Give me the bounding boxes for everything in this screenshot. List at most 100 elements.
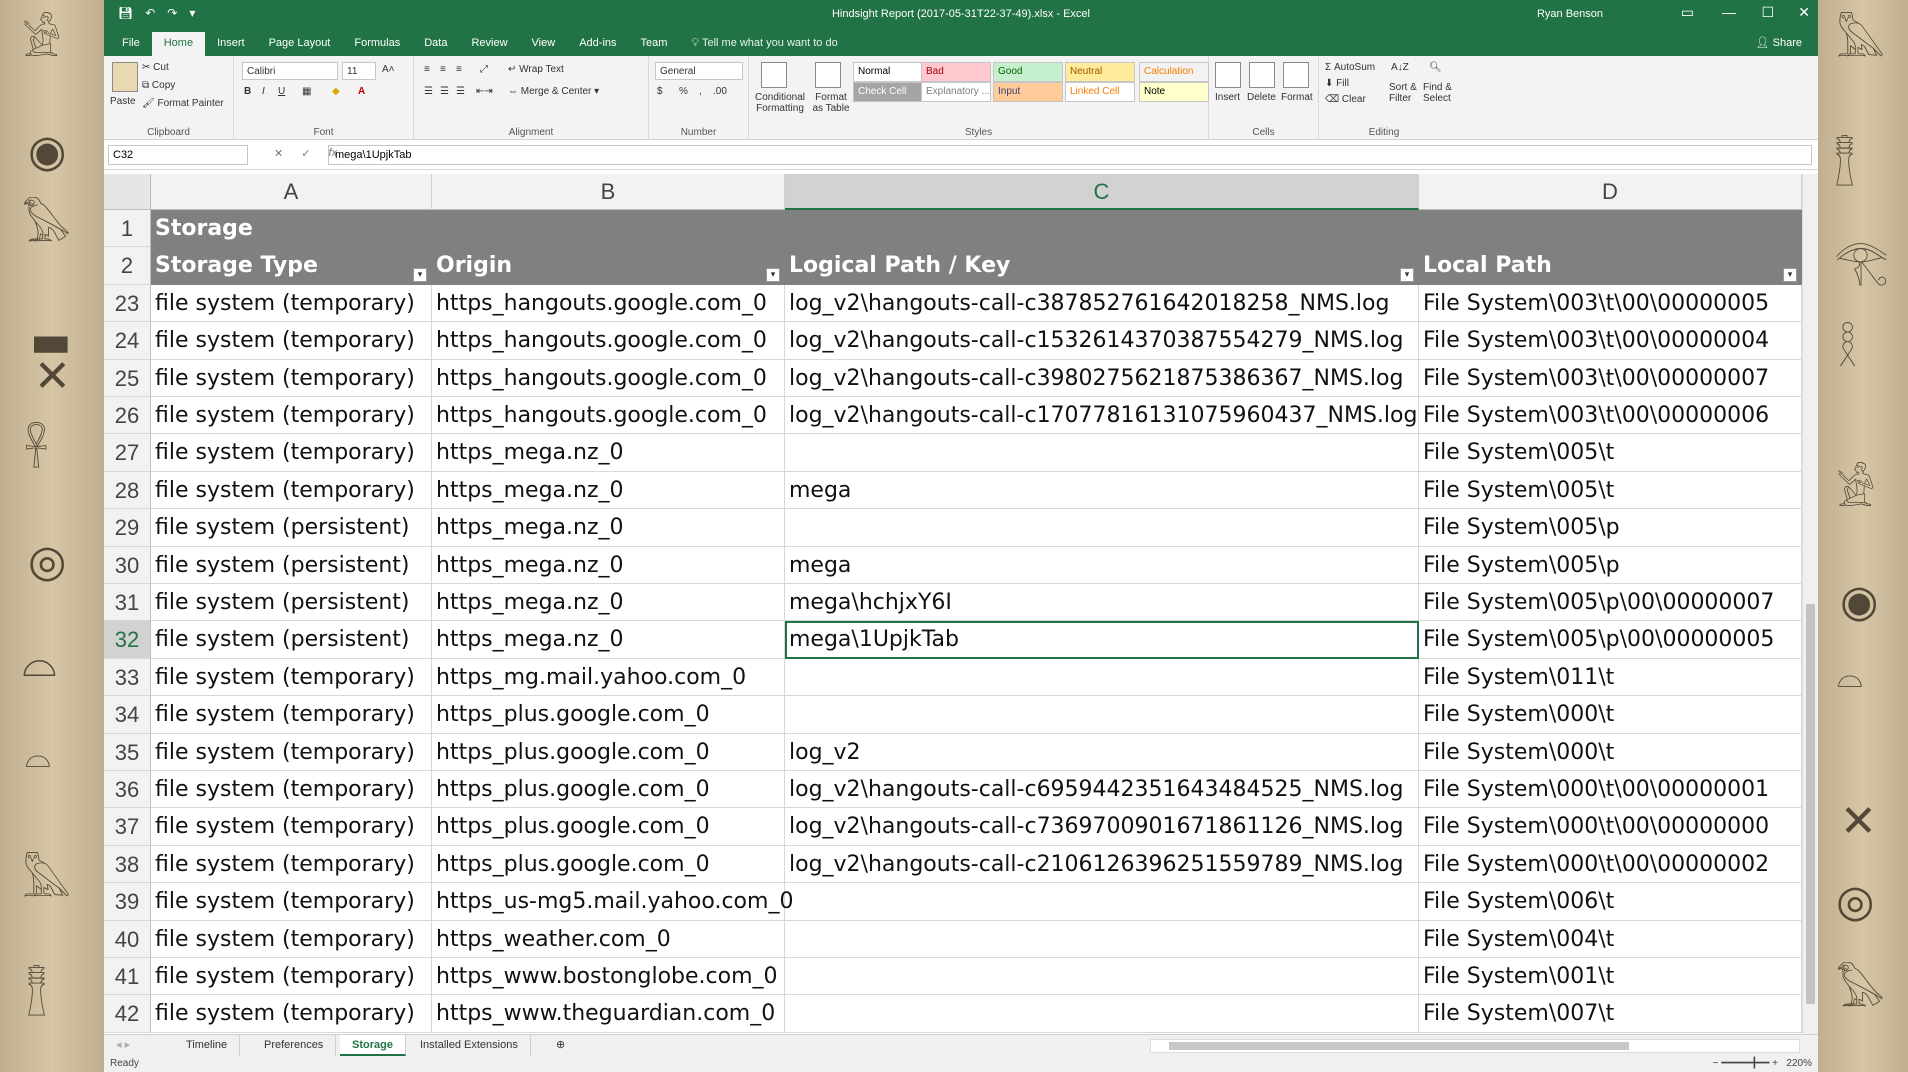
cell-style-explanatory[interactable]: Explanatory ... — [921, 82, 991, 102]
row-header[interactable]: 28 — [104, 471, 151, 510]
column-header-d[interactable]: D — [1419, 174, 1802, 210]
borders-icon[interactable]: ▦ — [302, 86, 311, 97]
format-cells-icon[interactable] — [1283, 62, 1309, 88]
table-cell[interactable]: log_v2\hangouts-call-c736970090167186112… — [785, 808, 1419, 846]
row-header[interactable]: 2 — [104, 247, 151, 285]
table-cell[interactable]: https_hangouts.google.com_0 — [432, 322, 785, 360]
table-cell[interactable] — [785, 920, 1419, 958]
row-header[interactable]: 23 — [104, 284, 151, 323]
header-cell[interactable]: Origin ▾ — [432, 247, 785, 285]
table-cell[interactable]: File System\011\t — [1419, 658, 1802, 697]
table-cell[interactable]: https_www.theguardian.com_0 — [432, 995, 785, 1033]
title-row-cell[interactable] — [432, 210, 785, 248]
tab-home[interactable]: Home — [151, 32, 206, 56]
sort-filter-button[interactable]: Sort & Filter — [1389, 82, 1423, 104]
table-cell[interactable]: https_plus.google.com_0 — [432, 808, 785, 846]
table-cell[interactable]: file system (temporary) — [151, 771, 432, 809]
tab-review[interactable]: Review — [459, 32, 519, 56]
row-header[interactable]: 32 — [104, 621, 151, 659]
table-cell[interactable]: File System\003\t\00\00000005 — [1419, 284, 1802, 323]
table-cell[interactable]: file system (temporary) — [151, 284, 432, 323]
column-header-c[interactable]: C — [785, 174, 1419, 210]
find-select-button[interactable]: Find & Select — [1423, 82, 1457, 104]
table-cell[interactable]: https_us-mg5.mail.yahoo.com_0 — [432, 883, 793, 921]
align-top-icon[interactable]: ≡ — [424, 64, 430, 75]
table-cell[interactable]: file system (temporary) — [151, 958, 432, 996]
tab-team[interactable]: Team — [629, 32, 680, 56]
table-cell[interactable]: File System\003\t\00\00000006 — [1419, 397, 1802, 435]
table-cell[interactable] — [785, 696, 1419, 734]
table-cell[interactable]: file system (temporary) — [151, 322, 432, 360]
table-cell[interactable]: mega\1UpjkTab — [785, 621, 1419, 659]
header-cell[interactable]: Logical Path / Key ▾ — [785, 247, 1419, 285]
font-color-icon[interactable]: A — [358, 86, 365, 97]
copy-button[interactable]: ⧉ Copy — [142, 80, 175, 91]
table-cell[interactable]: file system (temporary) — [151, 696, 432, 734]
close-button[interactable]: ✕ — [1798, 4, 1810, 21]
table-cell[interactable]: log_v2\hangouts-call-c387852761642018258… — [785, 284, 1419, 323]
enter-icon[interactable]: ✓ — [301, 147, 310, 160]
align-center-icon[interactable]: ☰ — [440, 86, 449, 97]
vertical-scrollbar[interactable] — [1802, 174, 1818, 1034]
title-row-cell[interactable] — [785, 210, 1419, 248]
header-cell[interactable]: Storage Type ▾ — [151, 247, 432, 285]
table-cell[interactable] — [785, 883, 1419, 921]
table-cell[interactable]: file system (temporary) — [151, 845, 432, 884]
tab-add-ins[interactable]: Add-ins — [567, 32, 628, 56]
percent-button[interactable]: % — [679, 86, 688, 97]
row-header[interactable]: 34 — [104, 696, 151, 734]
cancel-icon[interactable]: ✕ — [274, 147, 283, 160]
sheet-tab-installed-extensions[interactable]: Installed Extensions — [408, 1035, 531, 1056]
row-header[interactable]: 38 — [104, 845, 151, 884]
delete-cells-icon[interactable] — [1249, 62, 1275, 88]
font-size-select[interactable]: 11 — [342, 62, 376, 80]
paste-icon[interactable] — [112, 62, 138, 92]
table-cell[interactable]: File System\004\t — [1419, 920, 1802, 958]
table-cell[interactable]: File System\007\t — [1419, 995, 1802, 1033]
table-cell[interactable]: file system (temporary) — [151, 658, 432, 697]
table-cell[interactable]: File System\005\p — [1419, 509, 1802, 547]
row-header[interactable]: 35 — [104, 733, 151, 771]
insert-cells-icon[interactable] — [1215, 62, 1241, 88]
row-header[interactable]: 26 — [104, 397, 151, 435]
row-header[interactable]: 41 — [104, 958, 151, 996]
merge-center-button[interactable]: ⇔ Merge & Center ▾ — [508, 86, 599, 97]
table-cell[interactable]: File System\000\t — [1419, 733, 1802, 771]
table-cell[interactable]: log_v2\hangouts-call-c153261437038755427… — [785, 322, 1419, 360]
table-cell[interactable]: File System\000\t\00\00000002 — [1419, 845, 1802, 884]
table-cell[interactable]: File System\000\t\00\00000000 — [1419, 808, 1802, 846]
filter-dropdown-icon[interactable]: ▾ — [766, 267, 780, 282]
row-header[interactable]: 25 — [104, 359, 151, 397]
row-header[interactable]: 33 — [104, 658, 151, 697]
comma-button[interactable]: , — [699, 86, 702, 97]
table-cell[interactable]: File System\005\t — [1419, 471, 1802, 510]
filter-dropdown-icon[interactable]: ▾ — [1400, 267, 1414, 282]
table-cell[interactable]: https_mega.nz_0 — [432, 471, 785, 510]
table-cell[interactable]: File System\005\p\00\00000007 — [1419, 584, 1802, 622]
row-header[interactable]: 37 — [104, 808, 151, 846]
table-cell[interactable]: file system (temporary) — [151, 471, 432, 510]
table-cell[interactable]: file system (temporary) — [151, 808, 432, 846]
table-cell[interactable]: file system (persistent) — [151, 546, 432, 584]
table-cell[interactable]: File System\000\t — [1419, 696, 1802, 734]
table-cell[interactable]: file system (temporary) — [151, 434, 432, 472]
table-cell[interactable]: https_plus.google.com_0 — [432, 696, 785, 734]
table-cell[interactable]: https_mega.nz_0 — [432, 509, 785, 547]
cell-style-good[interactable]: Good — [993, 62, 1063, 82]
cell-style-note[interactable]: Note — [1139, 82, 1209, 102]
grow-font-icon[interactable]: A˄ — [382, 64, 395, 75]
table-cell[interactable]: https_mega.nz_0 — [432, 621, 785, 659]
align-left-icon[interactable]: ☰ — [424, 86, 433, 97]
delete-button[interactable]: Delete — [1247, 92, 1276, 103]
column-header-a[interactable]: A — [151, 174, 432, 210]
italic-button[interactable]: I — [262, 86, 265, 97]
format-table-icon[interactable] — [815, 62, 841, 88]
cell-style-neutral[interactable]: Neutral — [1065, 62, 1135, 82]
title-row-cell[interactable] — [1419, 210, 1802, 248]
table-cell[interactable]: File System\001\t — [1419, 958, 1802, 996]
sheet-tab-preferences[interactable]: Preferences — [252, 1035, 337, 1056]
table-cell[interactable] — [785, 995, 1419, 1033]
table-cell[interactable]: File System\006\t — [1419, 883, 1802, 921]
table-cell[interactable]: log_v2\hangouts-call-c210612639625155978… — [785, 845, 1419, 884]
table-cell[interactable]: https_mega.nz_0 — [432, 434, 785, 472]
